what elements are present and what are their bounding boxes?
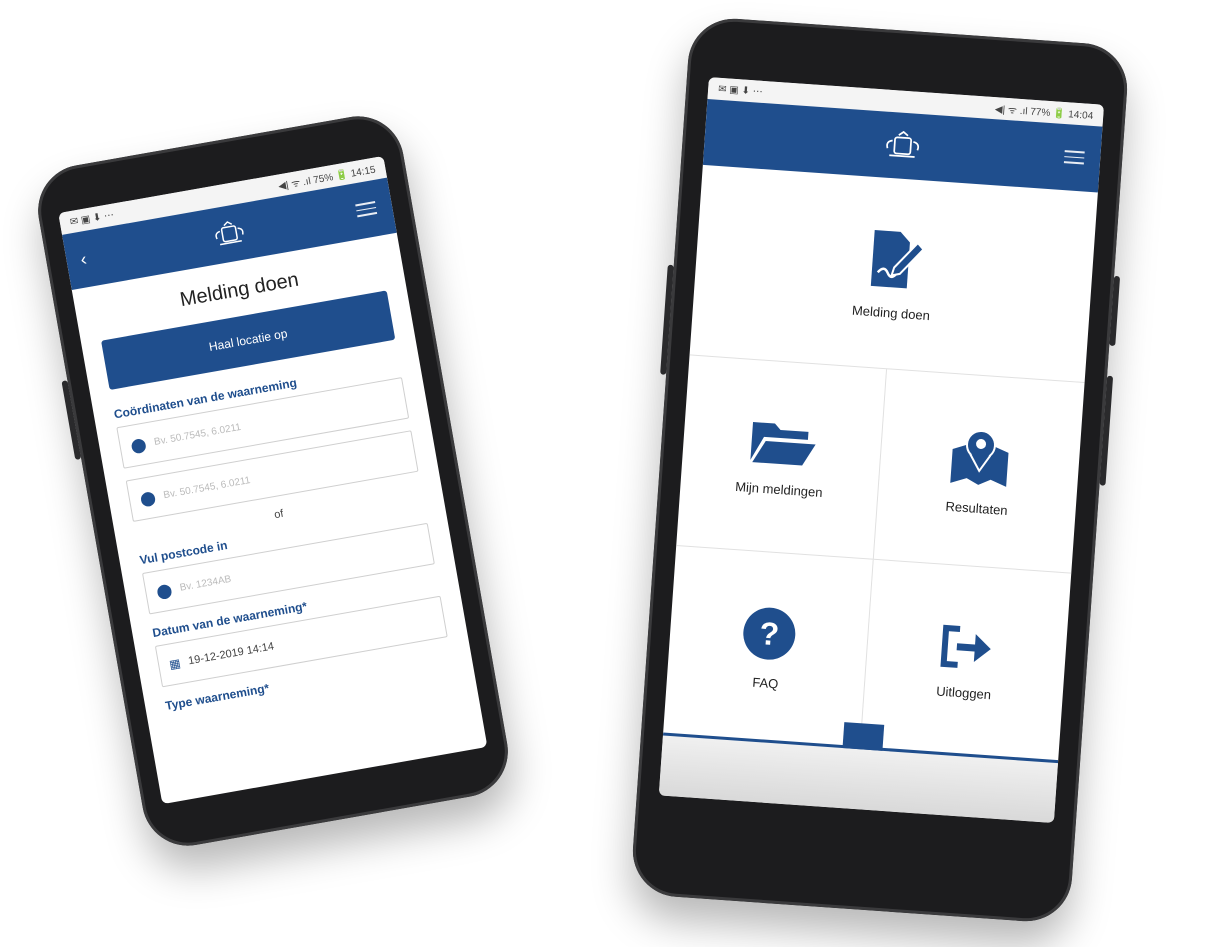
- map-pin-icon: [950, 429, 1009, 487]
- coordinate-placeholder-2: Bv. 50.7545, 6.0211: [162, 474, 252, 501]
- bottom-nav-tab[interactable]: [842, 722, 885, 751]
- back-icon[interactable]: ‹: [79, 249, 89, 271]
- question-icon: ?: [742, 607, 795, 660]
- menu-icon[interactable]: [1063, 150, 1085, 165]
- tile-uitloggen[interactable]: Uitloggen: [860, 560, 1071, 763]
- menu-icon[interactable]: [355, 201, 378, 218]
- tile-resultaten[interactable]: Resultaten: [873, 369, 1085, 574]
- logout-icon: [940, 624, 991, 668]
- tile-melding-doen[interactable]: Melding doen: [689, 164, 1098, 384]
- report-form: Melding doen Haal locatie op Coördinaten…: [72, 233, 476, 736]
- tile-label: Mijn meldingen: [734, 478, 824, 500]
- edit-document-icon: [870, 229, 925, 288]
- tile-faq[interactable]: ? FAQ: [662, 545, 874, 750]
- svg-text:?: ?: [758, 615, 780, 652]
- phone-right: ✉ ▣ ⬇ ⋯ ◀| ᯤ .ıl 77% 🔋 14:04 Melding doe…: [629, 15, 1131, 925]
- side-button: [1109, 275, 1121, 347]
- crest-logo-icon: [215, 221, 244, 246]
- tile-label: Uitloggen: [935, 682, 992, 702]
- date-value: 19-12-2019 14:14: [187, 640, 275, 668]
- tile-label: Resultaten: [945, 498, 1009, 518]
- location-pin-icon: ⬤: [155, 580, 174, 600]
- location-pin-icon: ⬤: [129, 435, 148, 454]
- crest-logo-icon: [886, 130, 920, 158]
- menu-grid: Melding doen Mijn meldingen Resultaten ?…: [662, 164, 1098, 763]
- side-button: [660, 264, 674, 375]
- postcode-placeholder: Bv. 1234AB: [178, 573, 233, 594]
- status-right: ◀| ᯤ .ıl 77% 🔋 14:04: [994, 104, 1094, 122]
- folder-icon: [749, 421, 816, 466]
- status-left: ✉ ▣ ⬇ ⋯: [69, 209, 115, 228]
- phone-right-screen: ✉ ▣ ⬇ ⋯ ◀| ᯤ .ıl 77% 🔋 14:04 Melding doe…: [658, 77, 1105, 823]
- coordinate-placeholder-1: Bv. 50.7545, 6.0211: [153, 421, 242, 448]
- calendar-icon: ▦: [168, 655, 182, 672]
- phone-left: ✉ ▣ ⬇ ⋯ ◀| ᯤ .ıl 75% 🔋 14:15 ‹ Melding d…: [30, 109, 516, 853]
- tile-label: FAQ: [751, 674, 779, 691]
- side-button: [1099, 375, 1114, 486]
- status-left: ✉ ▣ ⬇ ⋯: [717, 83, 764, 98]
- location-pin-icon: ⬤: [138, 488, 157, 507]
- tile-label: Melding doen: [851, 302, 931, 323]
- phone-left-screen: ✉ ▣ ⬇ ⋯ ◀| ᯤ .ıl 75% 🔋 14:15 ‹ Melding d…: [58, 155, 488, 805]
- tile-mijn-meldingen[interactable]: Mijn meldingen: [676, 355, 888, 560]
- side-button: [61, 380, 82, 461]
